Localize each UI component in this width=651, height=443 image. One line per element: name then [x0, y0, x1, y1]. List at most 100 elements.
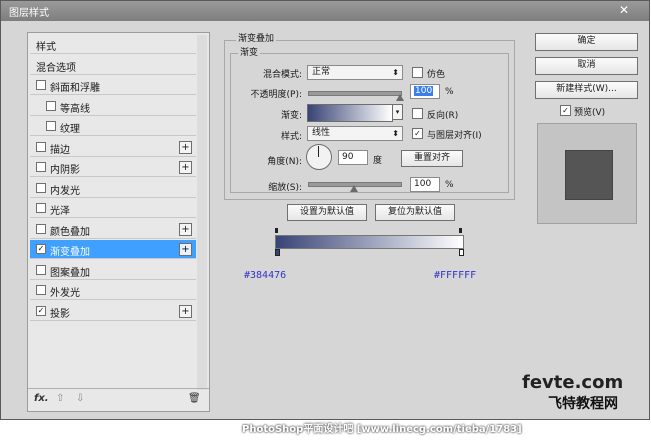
add-effect-icon[interactable]: + [179, 161, 192, 174]
style-checkbox[interactable] [36, 285, 46, 295]
dither-checkbox[interactable] [412, 67, 423, 78]
style-checkbox[interactable]: ✓ [36, 305, 46, 316]
subgroup-title: 渐变 [238, 45, 261, 58]
scale-slider-thumb[interactable] [350, 185, 358, 192]
styles-list-footer: fx. ⇧ ⇩ 🗑 [28, 388, 209, 411]
style-list-item-label: 内发光 [50, 185, 80, 197]
style-list-item[interactable]: 斜面和浮雕 [30, 76, 196, 95]
style-checkbox[interactable] [36, 182, 46, 193]
gradient-editor-bar[interactable] [275, 235, 464, 249]
opacity-unit: % [445, 87, 454, 97]
layer-style-dialog: 图层样式 ✕ 样式混合选项斜面和浮雕等高线纹理描边 + 内阴影 + 内发光光泽颜色叠加 +… [0, 0, 650, 420]
angle-dial-needle [318, 146, 319, 157]
style-list-item-label: 渐变叠加 [50, 247, 90, 258]
opacity-value: 100 [414, 86, 434, 96]
add-effect-icon[interactable]: + [179, 222, 192, 236]
close-icon[interactable]: ✕ [611, 2, 637, 18]
new-style-button[interactable]: 新建样式(W)... [535, 81, 638, 99]
fx-icon[interactable]: fx. [34, 393, 49, 404]
move-down-icon[interactable]: ⇩ [76, 393, 84, 404]
color-stop-right[interactable] [459, 249, 464, 256]
opacity-stop-left[interactable] [275, 228, 278, 233]
style-checkbox[interactable] [36, 203, 46, 213]
style-list-item[interactable]: ✓ 投影 + [30, 301, 196, 321]
align-with-layer-checkbox[interactable]: ✓ [412, 128, 423, 139]
style-checkbox[interactable] [36, 162, 46, 172]
site-logo: fevte.com [522, 372, 624, 393]
color-stop-left[interactable] [275, 249, 280, 256]
style-list-item-label: 颜色叠加 [50, 226, 90, 238]
style-list-item[interactable]: 混合选项 [30, 55, 196, 75]
reset-to-default-button[interactable]: 复位为默认值 [375, 204, 455, 221]
style-select[interactable]: 线性 ⬍ [307, 126, 403, 141]
scale-field[interactable]: 100 [410, 177, 440, 192]
opacity-slider[interactable] [308, 91, 402, 96]
styles-list-scrollbar[interactable] [197, 35, 207, 390]
style-list-item-label: 光泽 [50, 206, 70, 217]
style-checkbox[interactable]: ✓ [36, 244, 46, 254]
style-list-item[interactable]: 内发光 [30, 178, 196, 198]
preview-swatch [565, 150, 613, 200]
preview-label: 预览(V) [574, 108, 606, 118]
dropdown-arrow-icon: ⬍ [392, 68, 399, 77]
style-list-item[interactable]: 图案叠加 [30, 260, 196, 280]
scale-label: 缩放(S): [268, 183, 302, 193]
dialog-title: 图层样式 [9, 8, 49, 19]
site-logo-cn: 飞特教程网 [548, 396, 618, 412]
trash-icon[interactable]: 🗑 [188, 393, 201, 404]
style-list-item-label: 内阴影 [50, 165, 80, 176]
style-list-item-label: 混合选项 [36, 62, 76, 74]
angle-dial[interactable] [306, 144, 332, 170]
opacity-slider-thumb[interactable] [396, 94, 404, 101]
style-list-item[interactable]: 等高线 [30, 96, 196, 116]
blend-mode-label: 混合模式: [262, 70, 302, 80]
style-list-item-label: 外发光 [50, 288, 80, 299]
gradient-swatch[interactable] [307, 104, 393, 122]
angle-field[interactable]: 90 [338, 150, 368, 165]
style-list-item-label: 样式 [36, 42, 56, 53]
style-list-item-label: 投影 [50, 308, 70, 320]
blend-mode-value: 正常 [312, 67, 331, 77]
style-list-item[interactable]: 样式 [30, 35, 196, 54]
dropdown-arrow-icon: ⬍ [392, 129, 399, 138]
style-checkbox[interactable] [36, 264, 46, 275]
scale-unit: % [445, 180, 454, 190]
angle-label: 角度(N): [267, 157, 302, 167]
style-checkbox[interactable] [36, 80, 46, 90]
style-list-item[interactable]: 外发光 [30, 281, 196, 300]
style-list-item-label: 等高线 [60, 103, 90, 115]
add-effect-icon[interactable]: + [179, 304, 192, 318]
ok-button[interactable]: 确定 [535, 33, 638, 51]
style-list-item[interactable]: 描边 + [30, 137, 196, 157]
opacity-stop-right[interactable] [459, 228, 462, 233]
add-effect-icon[interactable]: + [179, 243, 192, 256]
end-color-hex: #FFFFFF [434, 270, 477, 281]
reset-alignment-button[interactable]: 重置对齐 [401, 150, 463, 167]
style-list-item[interactable]: 内阴影 + [30, 158, 196, 177]
style-list-item[interactable]: 光泽 [30, 199, 196, 218]
style-list-item-label: 斜面和浮雕 [50, 83, 100, 94]
gradient-picker-arrow-icon[interactable]: ▾ [392, 104, 403, 120]
style-checkbox[interactable] [36, 141, 46, 152]
gradient-label: 渐变: [280, 111, 302, 121]
move-up-icon[interactable]: ⇧ [56, 393, 64, 404]
opacity-field[interactable]: 100 [410, 84, 440, 99]
reverse-checkbox[interactable] [412, 108, 423, 119]
style-checkbox[interactable] [36, 223, 46, 234]
style-list-item-label: 纹理 [60, 124, 80, 135]
scale-value: 100 [414, 179, 432, 189]
style-list-item[interactable]: 纹理 [30, 117, 196, 136]
watermark-caption: PhotoShop平面设计吧 [www.linecg.com/tieba/178… [242, 424, 522, 435]
style-list-item-label: 描边 [50, 144, 70, 156]
style-checkbox[interactable] [46, 100, 56, 111]
style-list-item[interactable]: 颜色叠加 + [30, 219, 196, 239]
style-checkbox[interactable] [46, 121, 56, 131]
dither-label: 仿色 [427, 70, 446, 80]
make-default-button[interactable]: 设置为默认值 [287, 204, 367, 221]
start-color-hex: #384476 [244, 270, 287, 281]
add-effect-icon[interactable]: + [179, 140, 192, 154]
preview-checkbox[interactable]: ✓ [560, 105, 571, 116]
blend-mode-select[interactable]: 正常 ⬍ [307, 65, 403, 80]
style-list-item[interactable]: ✓ 渐变叠加 + [30, 240, 196, 259]
cancel-button[interactable]: 取消 [535, 57, 638, 75]
